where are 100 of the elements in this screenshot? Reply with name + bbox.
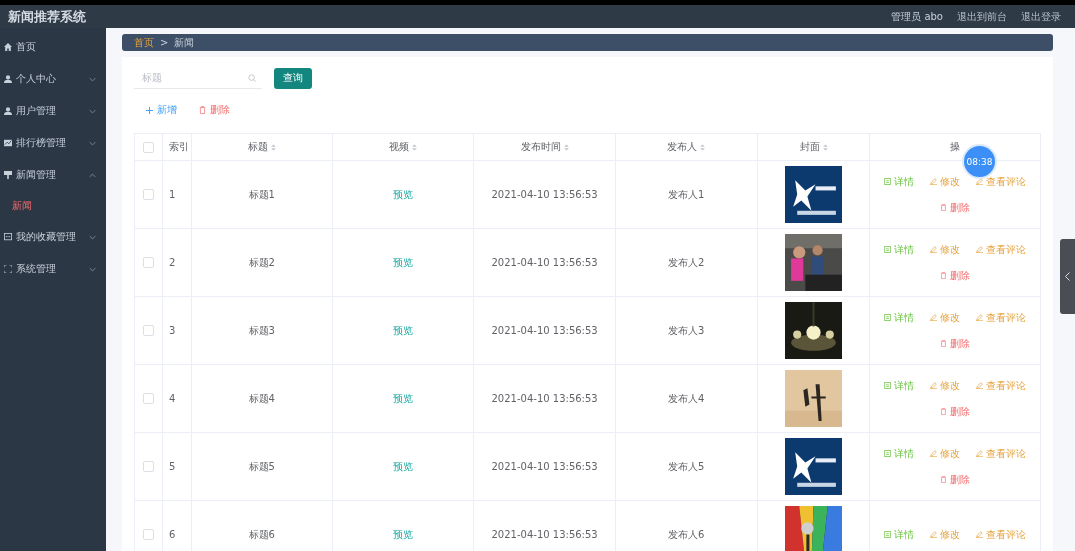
table-cell: 3 (168, 325, 176, 336)
preview-link[interactable]: 预览 (392, 187, 413, 202)
trash-icon (940, 408, 948, 415)
pencil-icon (930, 531, 938, 538)
delete-link[interactable]: 删除 (940, 404, 971, 419)
column-header: 操 (950, 140, 961, 154)
row-checkbox[interactable] (142, 257, 154, 268)
column-header[interactable]: 标题 (247, 140, 276, 154)
table-cell: 标题4 (248, 391, 275, 406)
table-cell: 发布人4 (668, 391, 705, 406)
sort-icon (411, 143, 417, 151)
table-cell: 2 (168, 257, 176, 268)
row-checkbox[interactable] (142, 189, 154, 200)
sidebar-item[interactable]: 用户管理 (0, 95, 106, 127)
trash-icon (940, 340, 948, 347)
delete-link[interactable]: 删除 (940, 336, 971, 351)
preview-link[interactable]: 预览 (392, 527, 413, 542)
edit-link[interactable]: 查看评论 (976, 310, 1027, 325)
delete-link[interactable]: 删除 (940, 268, 971, 283)
edit-link[interactable]: 查看评论 (976, 527, 1027, 542)
detail-link[interactable]: 详情 (884, 242, 915, 257)
table-cell: 4 (168, 393, 176, 404)
table-cell: 发布人1 (668, 187, 705, 202)
table-cell: 标题6 (248, 527, 275, 542)
pencil-icon (976, 314, 984, 321)
sidebar-item[interactable]: 个人中心 (0, 63, 106, 95)
sort-icon (700, 143, 706, 151)
pencil-icon (930, 450, 938, 457)
row-checkbox[interactable] (142, 529, 154, 540)
search-icon (248, 74, 256, 82)
header-link[interactable]: 退出登录 (1021, 9, 1061, 24)
table-cell: 5 (168, 461, 176, 472)
edit-link[interactable]: 查看评论 (976, 242, 1027, 257)
preview-link[interactable]: 预览 (392, 391, 413, 406)
home-icon (4, 43, 12, 51)
pencil-icon (930, 314, 938, 321)
table-cell: 1 (168, 189, 176, 200)
row-checkbox[interactable] (142, 325, 154, 336)
table-cell: 2021-04-10 13:56:53 (491, 257, 598, 268)
sort-icon (563, 143, 569, 151)
edit-link[interactable]: 修改 (930, 527, 961, 542)
select-all-checkbox[interactable] (142, 141, 154, 153)
breadcrumb-link[interactable]: 首页 (134, 35, 154, 50)
sidebar-subitem[interactable]: 新闻 (0, 191, 106, 221)
timer-badge: 08:38 (964, 146, 995, 177)
sidebar-item[interactable]: 新闻管理 (0, 159, 106, 191)
person-icon (4, 107, 12, 115)
document-icon (884, 246, 892, 253)
column-header[interactable]: 发布人 (667, 140, 706, 154)
delete-link[interactable]: 删除 (940, 472, 971, 487)
edit-link[interactable]: 查看评论 (976, 378, 1027, 393)
table-cell: 标题2 (248, 255, 275, 270)
edit-link[interactable]: 修改 (930, 446, 961, 461)
detail-link[interactable]: 详情 (884, 310, 915, 325)
sidebar-item[interactable]: 我的收藏管理 (0, 221, 106, 253)
edit-link[interactable]: 修改 (930, 378, 961, 393)
pencil-icon (976, 531, 984, 538)
breadcrumb-link[interactable]: 新闻 (174, 35, 195, 50)
sidebar-item[interactable]: 首页 (0, 31, 106, 63)
header-link[interactable]: 退出到前台 (957, 9, 1007, 24)
table-cell: 标题3 (248, 323, 275, 338)
plus-icon (146, 106, 153, 114)
sort-icon (270, 143, 276, 151)
column-header: 索引 (168, 140, 189, 154)
chat-icon (4, 233, 12, 241)
person-icon (4, 75, 12, 83)
document-icon (884, 178, 892, 185)
delete-link[interactable]: 删除 (940, 200, 971, 215)
collapse-handle[interactable] (1060, 239, 1075, 314)
add-button[interactable]: 新增 (146, 103, 177, 117)
preview-link[interactable]: 预览 (392, 459, 413, 474)
row-checkbox[interactable] (142, 461, 154, 472)
column-header[interactable]: 封面 (799, 140, 828, 154)
detail-link[interactable]: 详情 (884, 378, 915, 393)
table-cell: 2021-04-10 13:56:53 (491, 393, 598, 404)
edit-link[interactable]: 修改 (930, 242, 961, 257)
chevron-icon (1065, 272, 1070, 281)
table-cell: 发布人6 (668, 527, 705, 542)
edit-link[interactable]: 修改 (930, 310, 961, 325)
sidebar-item[interactable]: 系统管理 (0, 253, 106, 285)
sidebar-item[interactable]: 排行榜管理 (0, 127, 106, 159)
breadcrumb-separator: > (160, 37, 169, 48)
sort-icon (822, 143, 828, 151)
detail-link[interactable]: 详情 (884, 174, 915, 189)
delete-button[interactable]: 删除 (199, 103, 230, 117)
preview-link[interactable]: 预览 (392, 323, 413, 338)
detail-link[interactable]: 详情 (884, 527, 915, 542)
table-cell: 发布人5 (668, 459, 705, 474)
detail-link[interactable]: 详情 (884, 446, 915, 461)
column-header[interactable]: 发布时间 (520, 140, 569, 154)
search-button[interactable]: 查询 (274, 67, 312, 89)
row-checkbox[interactable] (142, 393, 154, 404)
pencil-icon (976, 246, 984, 253)
user-label: 管理员 abo (891, 9, 943, 24)
edit-link[interactable]: 查看评论 (976, 174, 1027, 189)
edit-link[interactable]: 修改 (930, 174, 961, 189)
edit-link[interactable]: 查看评论 (976, 446, 1027, 461)
column-header[interactable]: 视频 (388, 140, 417, 154)
frame-icon (4, 265, 12, 273)
preview-link[interactable]: 预览 (392, 255, 413, 270)
